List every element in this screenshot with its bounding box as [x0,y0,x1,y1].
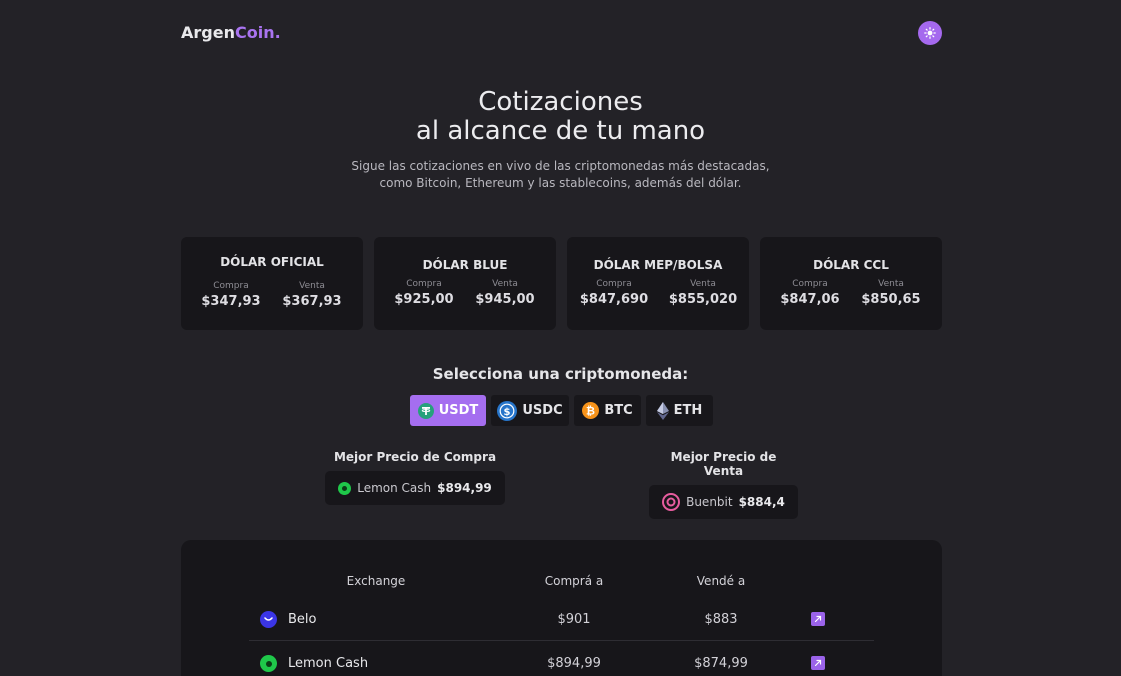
buy-label: Compra [213,281,249,291]
header-exchange: Exchange [346,574,406,588]
best-buy-pill[interactable]: Lemon Cash $894,99 [325,471,505,505]
card-buy: Compra $925,00 [389,279,459,307]
card-dolar-mep: DÓLAR MEP/BOLSA Compra $847,690 Venta $8… [567,237,749,330]
card-sell: Venta $945,00 [470,279,540,307]
tab-usdc[interactable]: $ USDC [491,395,569,426]
hero-title: Cotizaciones al alcance de tu mano [0,88,1121,146]
theme-toggle-button[interactable] [918,21,942,45]
row-buy-price: $894,99 [547,656,601,671]
row-exchange-name: Lemon Cash [288,656,369,671]
card-dolar-blue: DÓLAR BLUE Compra $925,00 Venta $945,00 [374,237,556,330]
buy-value: $347,93 [201,294,261,309]
brand-name-part2: Coin. [234,23,281,42]
row-exchange-name: Belo [288,612,317,627]
table-row: Lemon Cash $894,99 $874,99 [249,642,874,676]
card-buy: Compra $847,690 [579,279,649,307]
open-exchange-link[interactable] [811,612,825,626]
external-link-icon [814,615,822,623]
tether-icon [417,402,434,419]
buy-label: Compra [406,279,442,289]
dollar-cards: DÓLAR OFICIAL Compra $347,93 Venta $367,… [181,237,942,330]
card-title: DÓLAR BLUE [422,258,508,272]
usdc-icon: $ [497,400,518,421]
crypto-selector-title: Selecciona una criptomoneda: [432,365,689,383]
open-exchange-link[interactable] [811,656,825,670]
buenbit-icon [662,493,681,511]
ethereum-icon [656,401,669,420]
table-row: Belo $901 $883 [249,598,874,641]
sell-label: Venta [492,279,518,289]
card-title: DÓLAR MEP/BOLSA [593,258,723,272]
tab-label: ETH [673,403,703,418]
buy-value: $847,690 [579,292,649,307]
lemon-cash-icon [260,655,277,672]
svg-text:$: $ [504,407,511,418]
card-sell: Venta $855,020 [667,279,739,307]
exchange-table: Exchange Comprá a Vendé a Belo $901 $883… [181,540,942,676]
card-buy: Compra $847,06 [775,279,845,307]
card-title: DÓLAR CCL [813,258,889,272]
buy-value: $847,06 [780,292,840,307]
best-buy-price: Mejor Precio de Compra Lemon Cash $894,9… [325,450,505,505]
row-exchange: Belo [260,598,316,641]
sell-label: Venta [690,279,716,289]
hero-title-line1: Cotizaciones [478,87,643,117]
best-sell-value: $884,4 [738,495,785,509]
tab-btc[interactable]: ₿ BTC [574,395,641,426]
top-bar: ArgenCoin. [181,21,942,45]
bitcoin-icon: ₿ [582,402,600,419]
card-sell: Venta $850,65 [856,279,926,307]
belo-icon [260,611,277,628]
card-buy: Compra $347,93 [196,281,266,309]
hero-subtitle-line2: como Bitcoin, Ethereum y las stablecoins… [379,176,742,190]
lemon-cash-icon [338,481,352,495]
brand-name-part1: Argen [181,23,235,42]
hero-section: Cotizaciones al alcance de tu mano Sigue… [0,88,1121,192]
best-buy-exchange: Lemon Cash [357,481,432,495]
hero-subtitle-line1: Sigue las cotizaciones en vivo de las cr… [351,159,770,173]
best-sell-exchange: Buenbit [686,495,733,509]
best-sell-pill[interactable]: Buenbit $884,4 [649,485,798,519]
card-sell: Venta $367,93 [277,281,347,309]
row-buy-price: $901 [557,612,591,627]
sell-value: $945,00 [475,292,535,307]
sell-value: $850,65 [861,292,921,307]
sell-value: $367,93 [282,294,342,309]
sell-label: Venta [299,281,325,291]
best-sell-price: Mejor Precio de Venta Buenbit $884,4 [649,450,798,519]
sell-label: Venta [878,279,904,289]
header-sell: Vendé a [696,574,746,588]
buy-value: $925,00 [394,292,454,307]
external-link-icon [814,659,822,667]
hero-title-line2: al alcance de tu mano [415,116,706,146]
tab-label: BTC [604,403,633,418]
buy-label: Compra [792,279,828,289]
card-dolar-ccl: DÓLAR CCL Compra $847,06 Venta $850,65 [760,237,942,330]
best-sell-label: Mejor Precio de Venta [670,450,777,478]
card-dolar-oficial: DÓLAR OFICIAL Compra $347,93 Venta $367,… [181,237,363,330]
row-sell-price: $883 [704,612,738,627]
row-sell-price: $874,99 [694,656,748,671]
sell-value: $855,020 [668,292,738,307]
best-buy-value: $894,99 [437,481,492,495]
sun-icon [924,27,936,39]
card-title: DÓLAR OFICIAL [220,255,324,269]
svg-text:₿: ₿ [586,405,595,418]
buy-label: Compra [596,279,632,289]
tab-label: USDC [522,403,563,418]
tab-eth[interactable]: ETH [646,395,713,426]
hero-subtitle: Sigue las cotizaciones en vivo de las cr… [0,158,1121,192]
tab-usdt[interactable]: USDT [410,395,486,426]
row-exchange: Lemon Cash [260,642,368,676]
best-buy-label: Mejor Precio de Compra [333,450,497,464]
tab-label: USDT [438,403,479,418]
header-buy: Comprá a [544,574,604,588]
brand-logo[interactable]: ArgenCoin. [181,23,281,42]
